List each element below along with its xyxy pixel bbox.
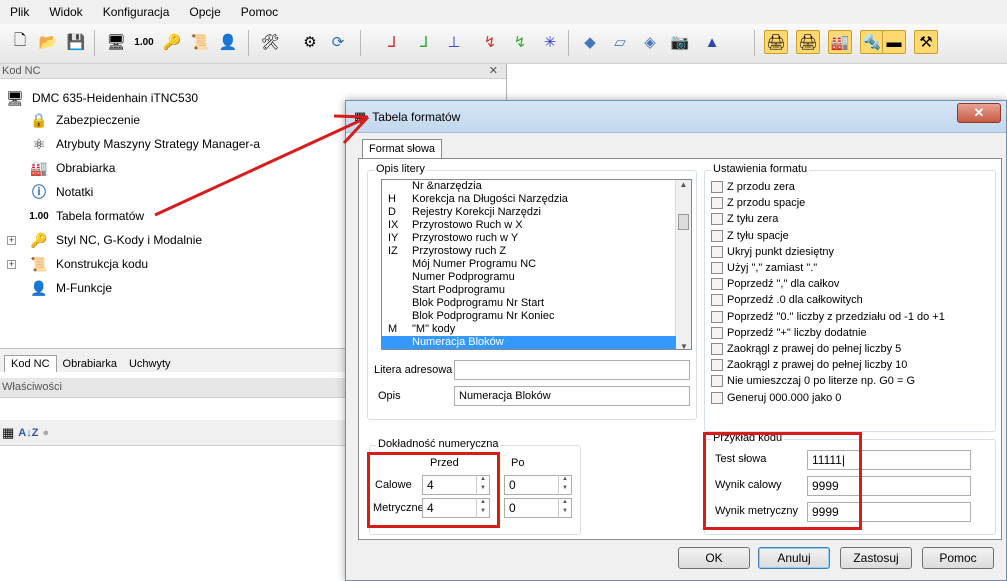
annotation-arrow — [154, 114, 370, 217]
